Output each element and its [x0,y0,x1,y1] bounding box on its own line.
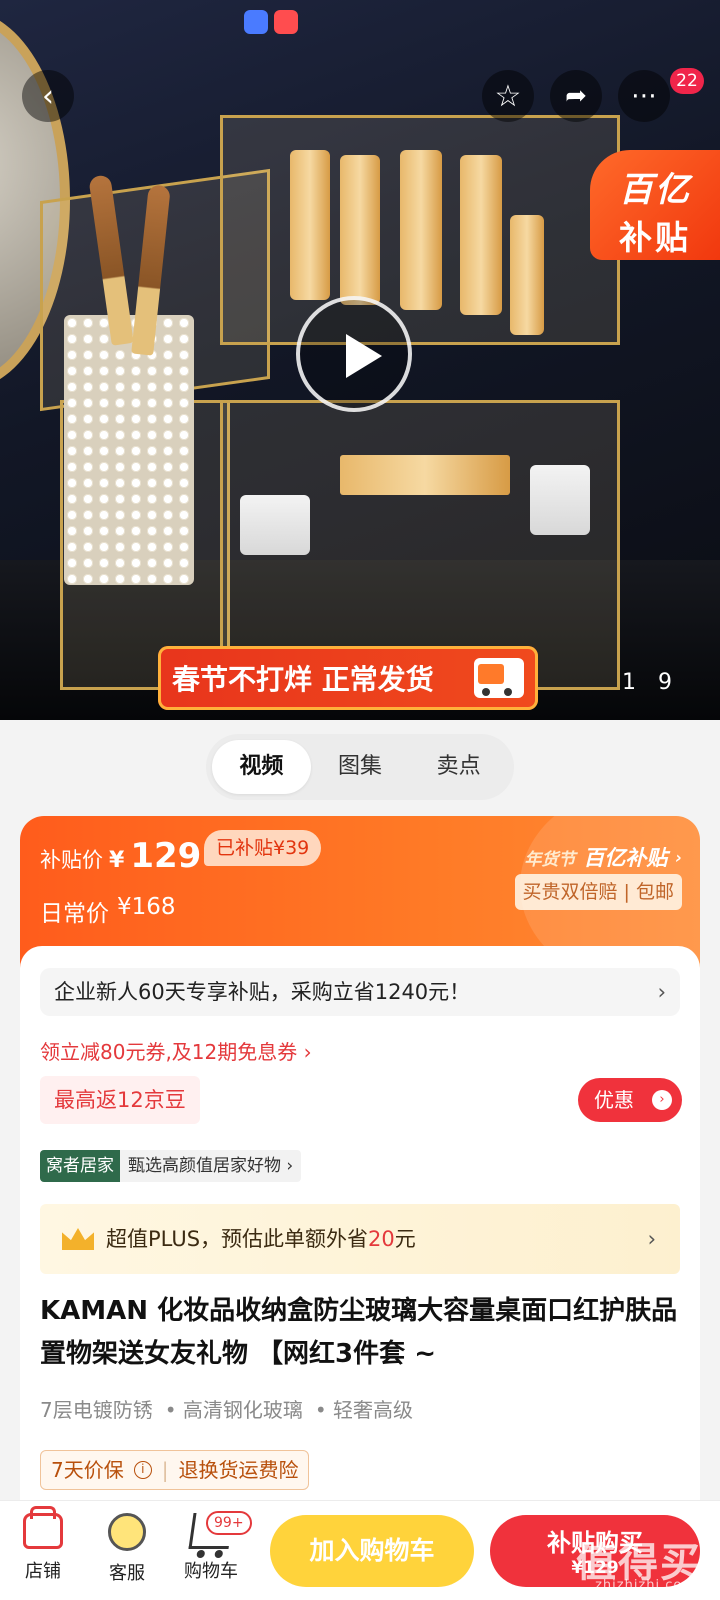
enterprise-offer-text: 企业新人60天专享补贴，采购立省1240元！ [54,980,471,1004]
star-icon: ☆ [494,78,522,114]
regular-price-row: 日常价 ¥168 [40,894,176,928]
add-to-cart-button[interactable]: 加入购物车 [270,1515,474,1587]
enterprise-offer-row[interactable]: 企业新人60天专享补贴，采购立省1240元！ › [40,968,680,1016]
tab-gallery[interactable]: 图集 [311,740,410,794]
jd-beans-tag: 最高返12京豆 [40,1076,200,1124]
cart-label: 购物车 [184,1561,238,1582]
regular-price: ¥168 [117,894,176,920]
guarantee-tag[interactable]: 买贵双倍赔 | 包邮 [514,874,682,910]
product-info-card: 企业新人60天专享补贴，采购立省1240元！ › 领立减80元券,及12期免息券… [20,946,700,1526]
chevron-right-icon: › [675,847,682,867]
price-protection-label: 7天价保 [51,1458,124,1482]
product-title[interactable]: KAMAN 化妆品收纳盒防尘玻璃大容量桌面口红护肤品置物架送女友礼物 【网红3件… [40,1290,684,1376]
divider: | [161,1458,169,1482]
feature-item: 7层电镀防锈 [40,1398,153,1422]
cart-count-badge: 99+ [206,1511,252,1535]
app-icon [244,10,268,34]
customer-service-button[interactable]: 客服 [92,1513,162,1585]
festival-tag: 年货节 [524,849,576,870]
shop-label: 店铺 [25,1561,61,1582]
discount-button-label: 优惠 [594,1088,634,1112]
play-video-button[interactable] [296,296,412,412]
chevron-right-icon: › [657,980,666,1004]
feature-list: 7层电镀防锈 • 高清钢化玻璃 • 轻奢高级 [40,1394,413,1423]
brand-tags[interactable]: 年货节 百亿补贴 › [524,842,682,872]
more-button[interactable]: ⋯ [618,70,670,122]
chevron-right-icon: › [652,1090,672,1110]
regular-price-label: 日常价 [40,901,109,927]
crown-icon [62,1228,94,1250]
share-icon: ➦ [565,81,587,111]
back-button[interactable]: ‹ [22,70,74,122]
currency-symbol: ¥ [109,848,125,873]
tab-video[interactable]: 视频 [212,740,311,794]
customer-service-label: 客服 [109,1563,145,1584]
chevron-left-icon: ‹ [42,78,54,114]
subsidy-price: 129 [130,836,202,876]
shop-icon [23,1506,63,1549]
store-name: 窝者居家 [40,1150,120,1182]
share-button[interactable]: ➦ [550,70,602,122]
watermark-url: zhizhizhi.com [595,1578,696,1593]
pager-total: 9 [658,670,672,695]
product-page: ‹ ☆ ➦ ⋯ 22 百亿 补贴 春节不打烊 正常发货 1 9 视频 图集 卖点… [0,0,720,1600]
customer-service-icon [108,1513,146,1551]
more-icon: ⋯ [631,81,657,111]
subsidized-amount-tag: 已补贴¥39 [204,830,322,866]
coupon-link[interactable]: 领立减80元券,及12期免息券 › [40,1036,312,1065]
message-count-badge: 22 [670,68,704,94]
subsidy-badge-line2: 补贴 [619,218,691,257]
media-tabs: 视频 图集 卖点 [206,734,514,800]
truck-icon [474,658,524,698]
chevron-right-icon: › [647,1227,656,1251]
image-pager: 1 9 [622,670,672,695]
feature-item: • 轻奢高级 [314,1398,414,1422]
tab-selling-points[interactable]: 卖点 [409,740,508,794]
plus-savings-row[interactable]: 超值PLUS，预估此单额外省20元 › [40,1204,680,1274]
return-shipping-insurance-label: 退换货运费险 [178,1458,299,1482]
plus-amount: 20 [368,1227,395,1251]
pager-current: 1 [622,670,636,695]
shop-button[interactable]: 店铺 [8,1506,78,1583]
subsidy-badge-line1: 百亿 [619,170,691,210]
status-bar [244,10,298,34]
plus-suffix: 元 [394,1227,416,1251]
store-slogan: 甄选高颜值居家好物 › [120,1150,302,1182]
favorite-button[interactable]: ☆ [482,70,534,122]
service-guarantee-tag[interactable]: 7天价保 i | 退换货运费险 [40,1450,310,1490]
info-icon: i [133,1461,152,1479]
subsidy-price-label: 补贴价 [40,848,103,872]
plus-prefix: 超值PLUS，预估此单额外省 [106,1227,369,1251]
app-icon [274,10,298,34]
discount-button[interactable]: 优惠 › [578,1078,682,1122]
subsidy-brand-tag: 百亿补贴 [583,846,668,870]
feature-item: • 高清钢化玻璃 [164,1398,303,1422]
subsidy-price-row: 补贴价 ¥ 129 [40,836,201,876]
shipping-banner: 春节不打烊 正常发货 [158,646,538,710]
shipping-banner-text: 春节不打烊 正常发货 [172,663,434,696]
subsidy-badge: 百亿 补贴 [590,150,720,260]
product-media[interactable] [0,0,720,720]
store-tag[interactable]: 窝者居家 甄选高颜值居家好物 › [40,1150,302,1182]
